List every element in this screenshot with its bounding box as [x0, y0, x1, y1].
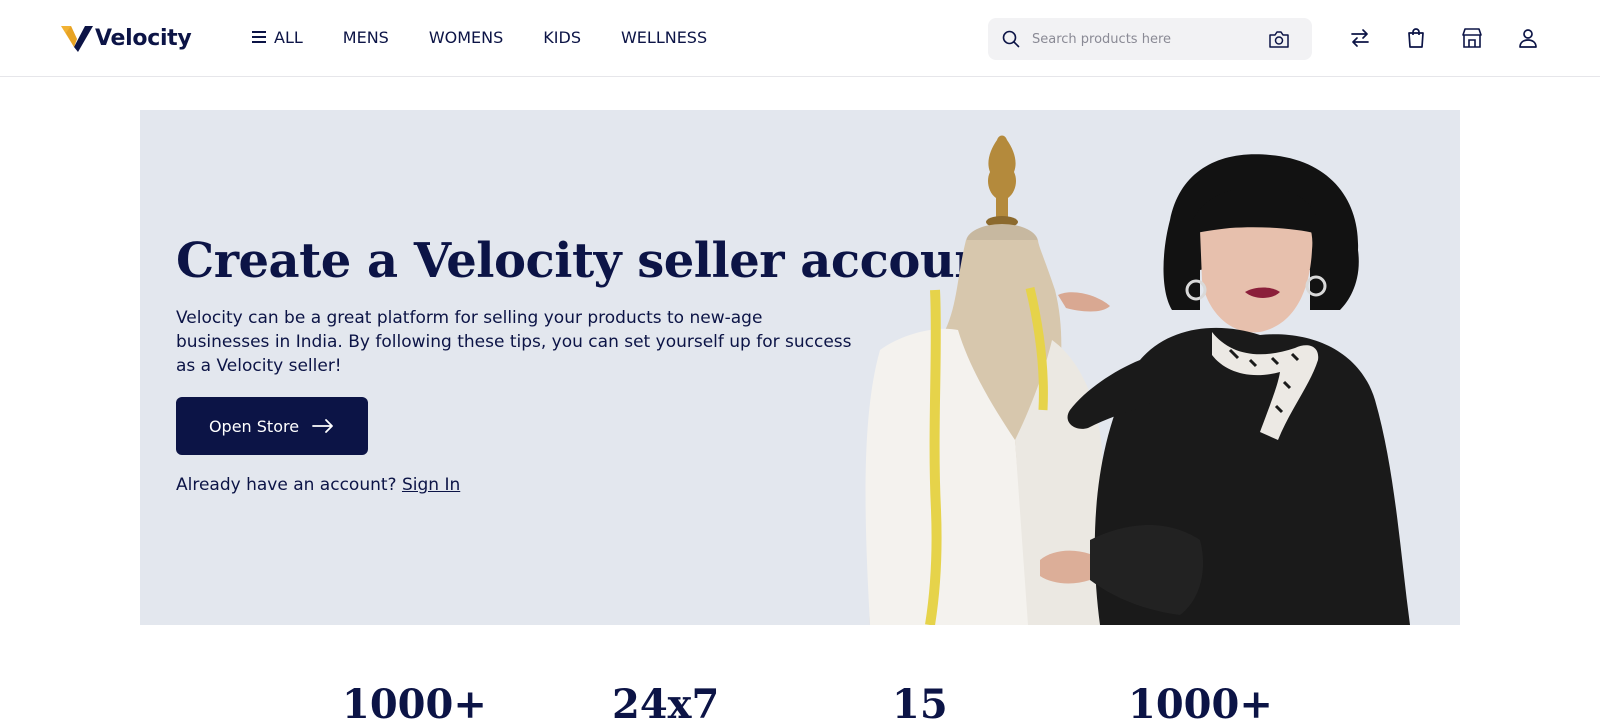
nav-item-label: MENS [342, 27, 389, 47]
stats-row: 1000+ 24x7 15 1000+ [0, 680, 1600, 720]
nav-item-all[interactable]: ALL [252, 28, 303, 47]
arrow-right-icon [312, 419, 333, 433]
stat-value: 1000+ [342, 681, 487, 720]
search-bar [988, 18, 1312, 60]
signin-row: Already have an account? Sign In [176, 475, 460, 495]
search-icon[interactable] [1002, 30, 1020, 48]
nav-item-mens[interactable]: MENS [343, 28, 389, 47]
nav-item-womens[interactable]: WOMENS [429, 28, 503, 47]
hero-banner: Create a Velocity seller account Velocit… [140, 110, 1460, 625]
camera-icon[interactable] [1268, 29, 1290, 49]
store-icon[interactable] [1460, 26, 1484, 50]
user-icon[interactable] [1516, 26, 1540, 50]
nav-item-label: ALL [274, 27, 303, 47]
swap-icon[interactable] [1348, 26, 1372, 50]
open-store-label: Open Store [208, 416, 300, 436]
site-header: Velocity ALL MENS WOMENS KIDS WELLNESS [0, 0, 1600, 77]
mannequin-finial [986, 135, 1018, 228]
brand-logo[interactable]: Velocity [60, 22, 192, 54]
stat-value: 24x7 [612, 681, 720, 720]
velocity-logo-icon [61, 26, 93, 52]
signin-link[interactable]: Sign In [402, 475, 460, 495]
stat-value: 1000+ [1128, 681, 1273, 720]
nav-item-kids[interactable]: KIDS [543, 28, 581, 47]
nav-item-wellness[interactable]: WELLNESS [621, 28, 707, 47]
main-nav: ALL MENS WOMENS KIDS WELLNESS [252, 24, 747, 50]
signin-prompt: Already have an account? [176, 475, 397, 495]
stat-value: 15 [892, 681, 948, 720]
open-store-button[interactable]: Open Store [176, 397, 368, 455]
nav-item-label: KIDS [543, 27, 581, 47]
search-input[interactable] [1032, 28, 1252, 50]
shopping-bag-icon[interactable] [1404, 26, 1428, 50]
menu-icon [252, 31, 266, 43]
hero-title: Create a Velocity seller account [176, 233, 1011, 289]
nav-item-label: WOMENS [428, 27, 504, 47]
seller-with-mannequin-image [865, 135, 1410, 625]
brand-name: Velocity [95, 25, 192, 51]
hero-description: Velocity can be a great platform for sel… [176, 308, 852, 376]
nav-item-label: WELLNESS [620, 27, 708, 47]
